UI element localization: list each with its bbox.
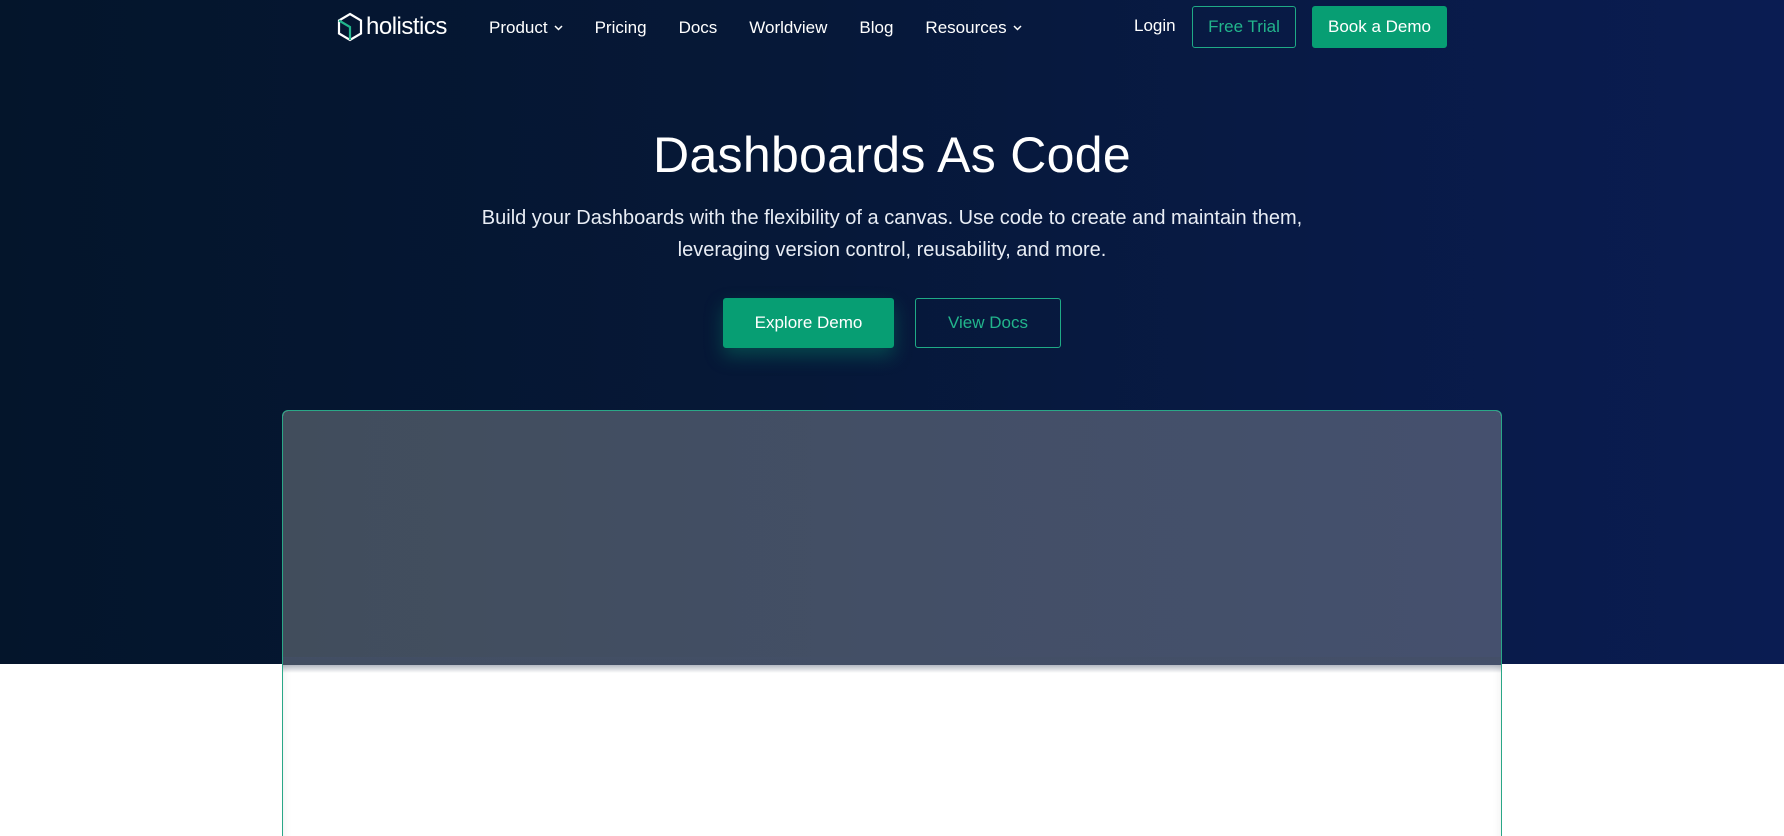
- top-navigation: holistics Product Pricing Docs Worldview…: [0, 0, 1784, 56]
- free-trial-button[interactable]: Free Trial: [1192, 6, 1296, 48]
- nav-item-product[interactable]: Product: [489, 18, 563, 38]
- hero-title: Dashboards As Code: [653, 127, 1131, 183]
- holistics-logo[interactable]: holistics: [336, 12, 447, 42]
- demo-preview-overlay: [283, 411, 1501, 665]
- chevron-down-icon: [1013, 25, 1022, 31]
- login-link[interactable]: Login: [1134, 16, 1176, 36]
- nav-item-label: Product: [489, 18, 548, 37]
- nav-item-label: Resources: [925, 18, 1007, 37]
- demo-preview-body: [283, 665, 1501, 836]
- chevron-down-icon: [554, 25, 563, 31]
- nav-item-label: Blog: [859, 18, 894, 37]
- nav-links: Product Pricing Docs Worldview Blog Reso…: [489, 0, 1054, 56]
- demo-preview-frame: [282, 410, 1502, 836]
- book-demo-button[interactable]: Book a Demo: [1312, 6, 1447, 48]
- hero-subtitle: Build your Dashboards with the flexibili…: [481, 207, 1303, 261]
- hexagon-logo-icon: [337, 12, 363, 42]
- nav-item-resources[interactable]: Resources: [925, 18, 1022, 38]
- explore-demo-button[interactable]: Explore Demo: [723, 298, 894, 348]
- nav-item-worldview[interactable]: Worldview: [749, 18, 827, 38]
- nav-item-blog[interactable]: Blog: [859, 18, 893, 38]
- nav-item-docs[interactable]: Docs: [679, 18, 718, 38]
- nav-item-label: Pricing: [594, 18, 647, 37]
- view-docs-button[interactable]: View Docs: [915, 298, 1061, 348]
- nav-item-label: Worldview: [749, 18, 828, 37]
- nav-item-label: Docs: [678, 18, 718, 37]
- nav-item-pricing[interactable]: Pricing: [595, 18, 647, 38]
- logo-text: holistics: [366, 13, 447, 40]
